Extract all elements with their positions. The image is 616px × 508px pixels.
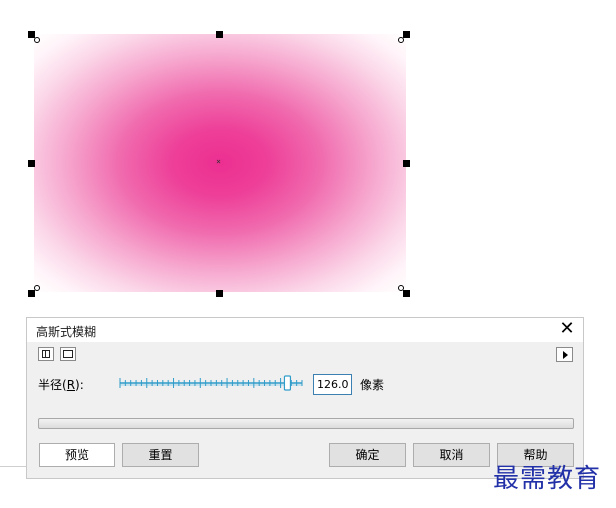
selection-handle-bottom[interactable] xyxy=(216,290,223,297)
selection-handle-bottom-left[interactable] xyxy=(28,290,35,297)
expand-arrow-icon[interactable] xyxy=(556,347,573,362)
progress-bar xyxy=(38,418,574,429)
center-mark-icon: × xyxy=(216,157,221,166)
radius-value-input[interactable]: 126.0 xyxy=(313,374,352,395)
selection-handle-right[interactable] xyxy=(403,160,410,167)
preview-button[interactable]: 预览 xyxy=(39,443,115,467)
dialog-title: 高斯式模糊 xyxy=(36,325,97,339)
rotation-handle-top-left[interactable] xyxy=(34,37,40,43)
split-preview-icon[interactable] xyxy=(38,347,54,361)
single-preview-icon[interactable] xyxy=(60,347,76,361)
rotation-handle-bottom-left[interactable] xyxy=(34,285,40,291)
divider xyxy=(0,466,26,467)
radius-label: 半径(R): xyxy=(38,378,84,392)
selection-handle-left[interactable] xyxy=(28,160,35,167)
reset-button[interactable]: 重置 xyxy=(122,443,199,467)
radius-unit-label: 像素 xyxy=(360,378,385,392)
rotation-handle-bottom-right[interactable] xyxy=(398,285,404,291)
ok-button[interactable]: 确定 xyxy=(329,443,406,467)
dialog-titlebar[interactable]: 高斯式模糊 ✕ xyxy=(27,318,583,342)
selection-handle-bottom-right[interactable] xyxy=(403,290,410,297)
selection-handle-top[interactable] xyxy=(216,31,223,38)
radius-slider[interactable] xyxy=(117,375,305,391)
rotation-handle-top-right[interactable] xyxy=(398,37,404,43)
cancel-button[interactable]: 取消 xyxy=(413,443,490,467)
drawing-canvas[interactable]: × xyxy=(0,0,616,310)
gaussian-blur-dialog: 高斯式模糊 ✕ 半径(R): 126.0 像素 预览 重置 确定 取消 帮助 xyxy=(26,317,584,479)
watermark-text: 最需教育 xyxy=(493,464,602,494)
close-icon[interactable]: ✕ xyxy=(557,319,577,339)
slider-thumb[interactable] xyxy=(283,375,292,391)
selection-handle-top-right[interactable] xyxy=(403,31,410,38)
